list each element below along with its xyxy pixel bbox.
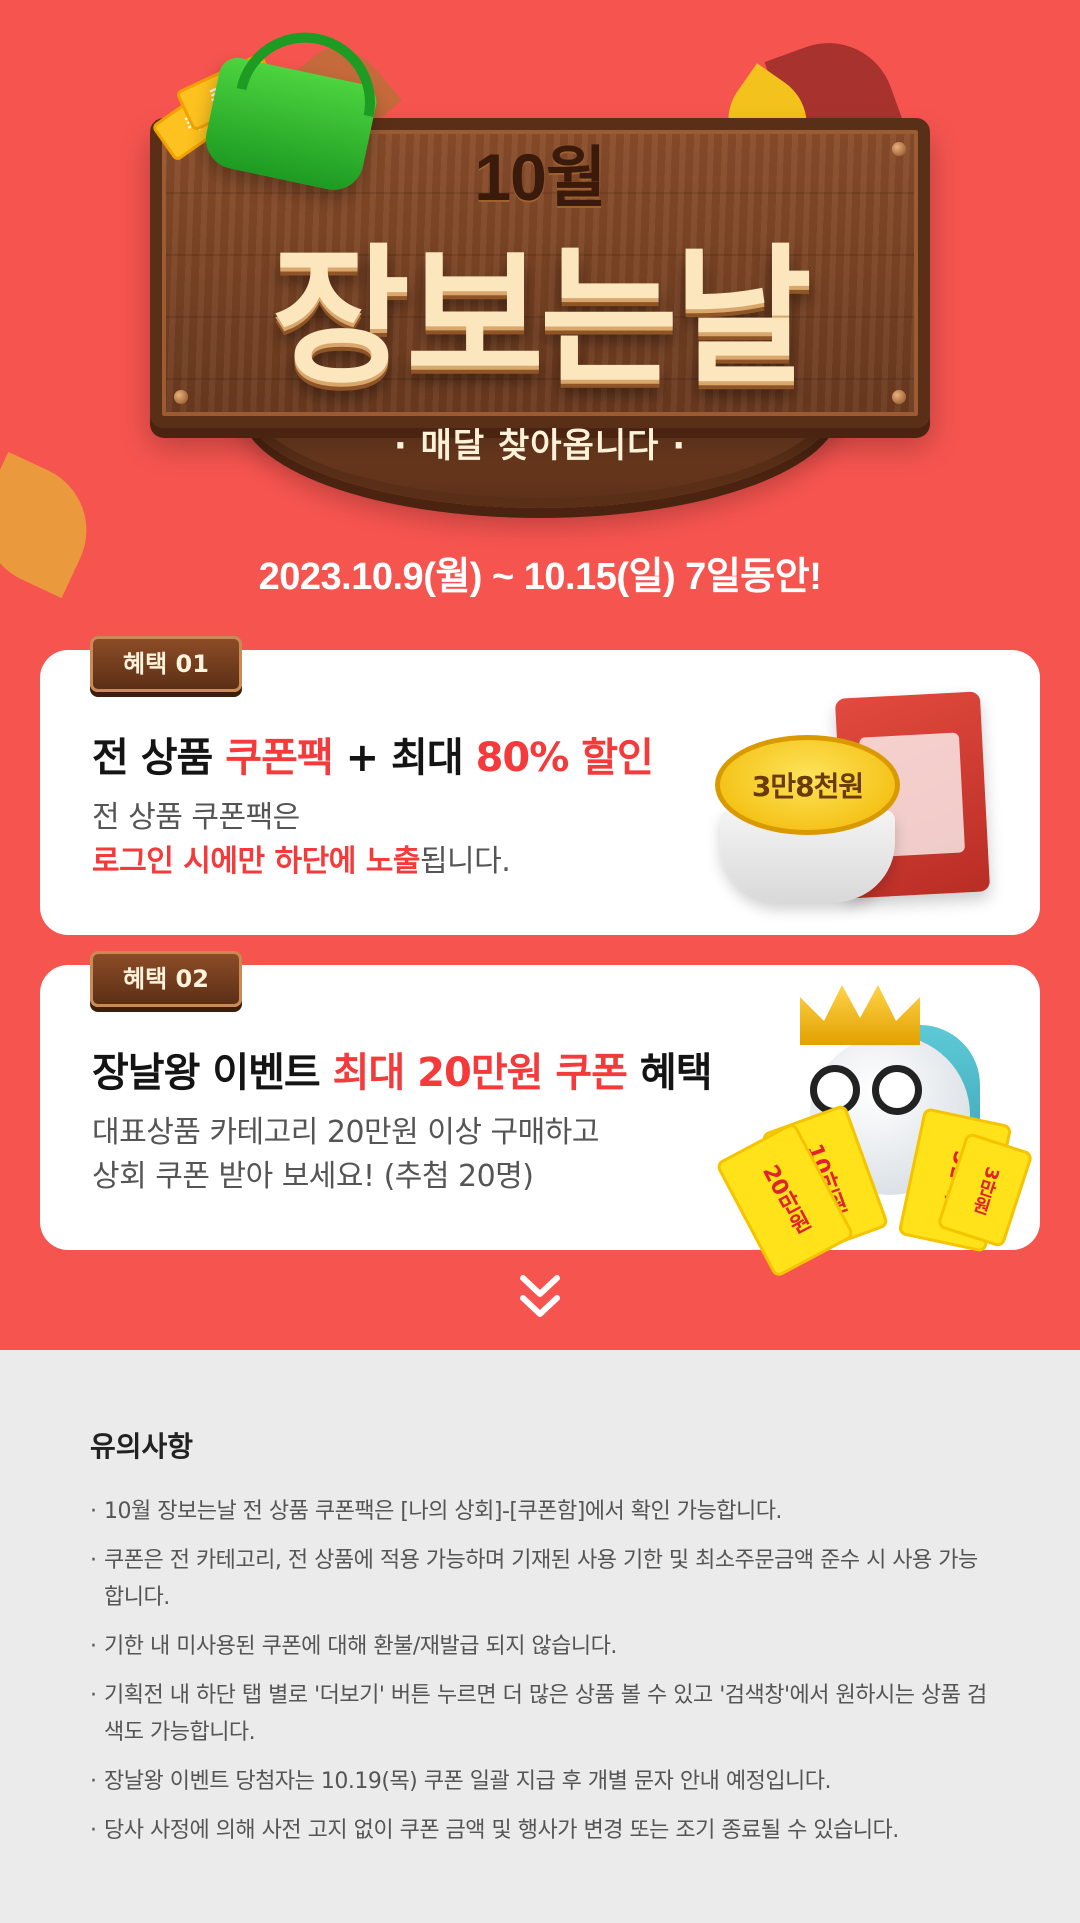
- benefit-description: 대표상품 카테고리 20만원 이상 구매하고: [92, 1115, 599, 1150]
- benefit-description-rest: 됩니다.: [419, 844, 511, 879]
- notice-item: 장날왕 이벤트 당첨자는 10.19(목) 쿠폰 일괄 지급 후 개별 문자 안…: [90, 1763, 990, 1800]
- crown-icon: [800, 985, 920, 1045]
- notice-list: 10월 장보는날 전 상품 쿠폰팩은 [나의 상회]-[쿠폰함]에서 확인 가능…: [90, 1493, 990, 1861]
- benefit-badge: 혜택 02: [90, 951, 242, 1007]
- notice-item: 쿠폰은 전 카테고리, 전 상품에 적용 가능하며 기재된 사용 기한 및 최소…: [90, 1542, 990, 1616]
- notice-title: 유의사항: [90, 1430, 194, 1463]
- benefit-title: 전 상품 쿠폰팩 + 최대 80% 할인: [92, 725, 654, 783]
- benefit-title-highlight: 80% 할인: [475, 735, 654, 781]
- benefit-card-2: 혜택 02 장날왕 이벤트 최대 20만원 쿠폰 혜택 대표상품 카테고리 20…: [40, 951, 1040, 1279]
- benefit-description: 전 상품 쿠폰팩은: [92, 800, 300, 835]
- benefit-badge: 혜택 01: [90, 636, 242, 692]
- benefit-title: 장날왕 이벤트 최대 20만원 쿠폰 혜택: [92, 1040, 713, 1098]
- benefit-title-highlight: 최대 20만원 쿠폰: [332, 1050, 628, 1096]
- notice-section: 유의사항 10월 장보는날 전 상품 쿠폰팩은 [나의 상회]-[쿠폰함]에서 …: [0, 1350, 1080, 1923]
- notice-item: 10월 장보는날 전 상품 쿠폰팩은 [나의 상회]-[쿠폰함]에서 확인 가능…: [90, 1493, 990, 1530]
- sign-subtitle: · 매달 찾아옵니다 ·: [393, 426, 687, 466]
- price-lid-badge: 3만8천원: [715, 735, 900, 835]
- benefit-title-part: 전 상품: [92, 735, 226, 781]
- notice-item: 기한 내 미사용된 쿠폰에 대해 환불/재발급 되지 않습니다.: [90, 1628, 990, 1665]
- notice-item: 당사 사정에 의해 사전 고지 없이 쿠폰 금액 및 행사가 변경 또는 조기 …: [90, 1812, 990, 1849]
- event-date-range: 2023.10.9(월) ~ 10.15(일) 7일동안!: [258, 556, 822, 598]
- benefit-title-part: 혜택: [626, 1050, 713, 1096]
- benefit-card-1: 혜택 01 전 상품 쿠폰팩 + 최대 80% 할인 전 상품 쿠폰팩은 로그인…: [40, 636, 1040, 935]
- benefit-description: 상회 쿠폰 받아 보세요! (추첨 20명): [92, 1159, 534, 1194]
- benefit-title-part: 장날왕 이벤트: [92, 1050, 333, 1096]
- double-chevron-down-icon[interactable]: [518, 1272, 562, 1322]
- glasses-icon: [810, 1065, 930, 1115]
- benefit-description: 로그인 시에만 하단에 노출됩니다.: [92, 836, 511, 880]
- notice-item: 기획전 내 하단 탭 별로 '더보기' 버튼 누르면 더 많은 상품 볼 수 있…: [90, 1677, 990, 1751]
- benefit-description-highlight: 로그인 시에만 하단에 노출: [92, 844, 420, 879]
- benefit-title-part: + 최대: [332, 735, 476, 781]
- hero-banner: 10월 장보는날 · 매달 찾아옵니다 · 쿠폰 쿠폰 2023.10.9(월)…: [0, 0, 1080, 1350]
- page-title: 장보는날: [271, 233, 812, 401]
- benefit-title-highlight: 쿠폰팩: [225, 735, 333, 781]
